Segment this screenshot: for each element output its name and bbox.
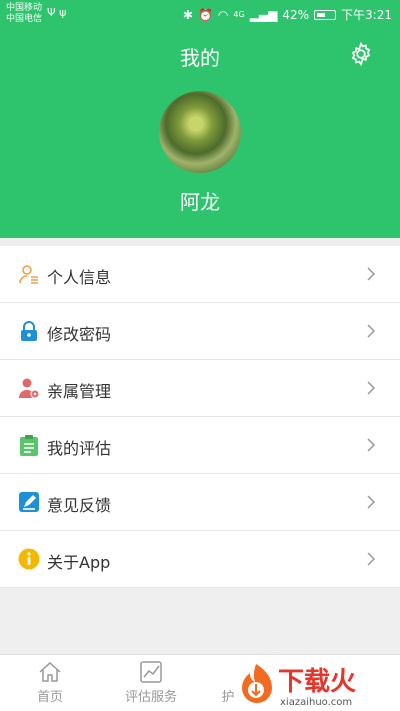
carrier-2: 中国电信 bbox=[6, 14, 43, 24]
feedback-icon bbox=[19, 492, 39, 512]
signal-icon: ▂▄▆ bbox=[249, 7, 278, 22]
status-bar: 中国移动 中国电信 Ψ ψ ✱ ⏰ ◠ 4G ▂▄▆ 42% 下午3:21 bbox=[0, 0, 400, 30]
battery-percent: 42% bbox=[282, 7, 310, 22]
tab-label-care: 护 bbox=[221, 690, 235, 705]
menu-item-my-evaluation[interactable]: 我的评估 bbox=[0, 417, 400, 474]
network-label: 4G bbox=[233, 10, 245, 19]
menu-item-feedback[interactable]: 意见反馈 bbox=[0, 474, 400, 531]
clipboard-icon bbox=[20, 435, 38, 456]
tab-label-home: 首页 bbox=[36, 690, 63, 705]
battery-icon bbox=[314, 9, 337, 20]
menu-label-family-management: 亲属管理 bbox=[47, 382, 112, 401]
home-icon bbox=[39, 661, 61, 682]
alarm-icon: ⏰ bbox=[197, 7, 213, 22]
tab-evaluation-service[interactable]: 评估服务 bbox=[118, 661, 184, 705]
chevron-right-icon bbox=[367, 381, 376, 395]
menu-label-my-evaluation: 我的评估 bbox=[47, 439, 112, 458]
watermark-title: 下载火 bbox=[278, 667, 356, 697]
watermark-url: xiazaihuo.com bbox=[280, 697, 352, 708]
bluetooth-icon: ✱ bbox=[182, 7, 193, 22]
menu-label-change-password: 修改密码 bbox=[47, 325, 112, 344]
settings-gear-icon[interactable] bbox=[348, 41, 374, 67]
menu-label-about-app: 关于App bbox=[47, 553, 111, 572]
chart-icon bbox=[140, 661, 162, 683]
wifi-icon: ◠ bbox=[217, 7, 229, 22]
menu-label-personal-info: 个人信息 bbox=[47, 268, 112, 287]
profile-header: 中国移动 中国电信 Ψ ψ ✱ ⏰ ◠ 4G ▂▄▆ 42% 下午3:21 我的… bbox=[0, 0, 400, 238]
clock: 下午3:21 bbox=[341, 8, 392, 22]
chevron-right-icon bbox=[367, 495, 376, 509]
chevron-right-icon bbox=[367, 552, 376, 566]
usb-icon: Ψ ψ bbox=[47, 6, 67, 19]
user-info-icon bbox=[19, 265, 38, 284]
xiazaihuo-watermark: 下载火 xiazaihuo.com bbox=[242, 664, 356, 708]
profile-menu: 个人信息 修改密码 亲属管理 我的评估 意见反馈 关于App bbox=[0, 246, 400, 588]
menu-item-change-password[interactable]: 修改密码 bbox=[0, 303, 400, 360]
menu-item-family-management[interactable]: 亲属管理 bbox=[0, 360, 400, 417]
page-title: 我的 bbox=[180, 46, 220, 70]
carrier-info: 中国移动 中国电信 bbox=[6, 3, 42, 25]
family-icon bbox=[19, 378, 40, 399]
chevron-right-icon bbox=[367, 438, 376, 452]
tab-home[interactable]: 首页 bbox=[28, 661, 72, 705]
avatar[interactable] bbox=[159, 91, 241, 173]
tab-label-evaluation-service: 评估服务 bbox=[124, 690, 177, 705]
menu-item-about-app[interactable]: 关于App bbox=[0, 531, 400, 588]
username: 阿龙 bbox=[180, 190, 220, 214]
lock-icon bbox=[21, 321, 37, 341]
menu-label-feedback: 意见反馈 bbox=[47, 496, 112, 515]
carrier-1: 中国移动 bbox=[6, 3, 43, 13]
menu-item-personal-info[interactable]: 个人信息 bbox=[0, 246, 400, 303]
chevron-right-icon bbox=[367, 267, 376, 281]
status-right: ✱ ⏰ ◠ 4G ▂▄▆ 42% 下午3:21 bbox=[183, 6, 392, 23]
info-icon bbox=[18, 548, 40, 570]
chevron-right-icon bbox=[367, 324, 376, 338]
tab-care[interactable]: 护 bbox=[218, 686, 238, 705]
